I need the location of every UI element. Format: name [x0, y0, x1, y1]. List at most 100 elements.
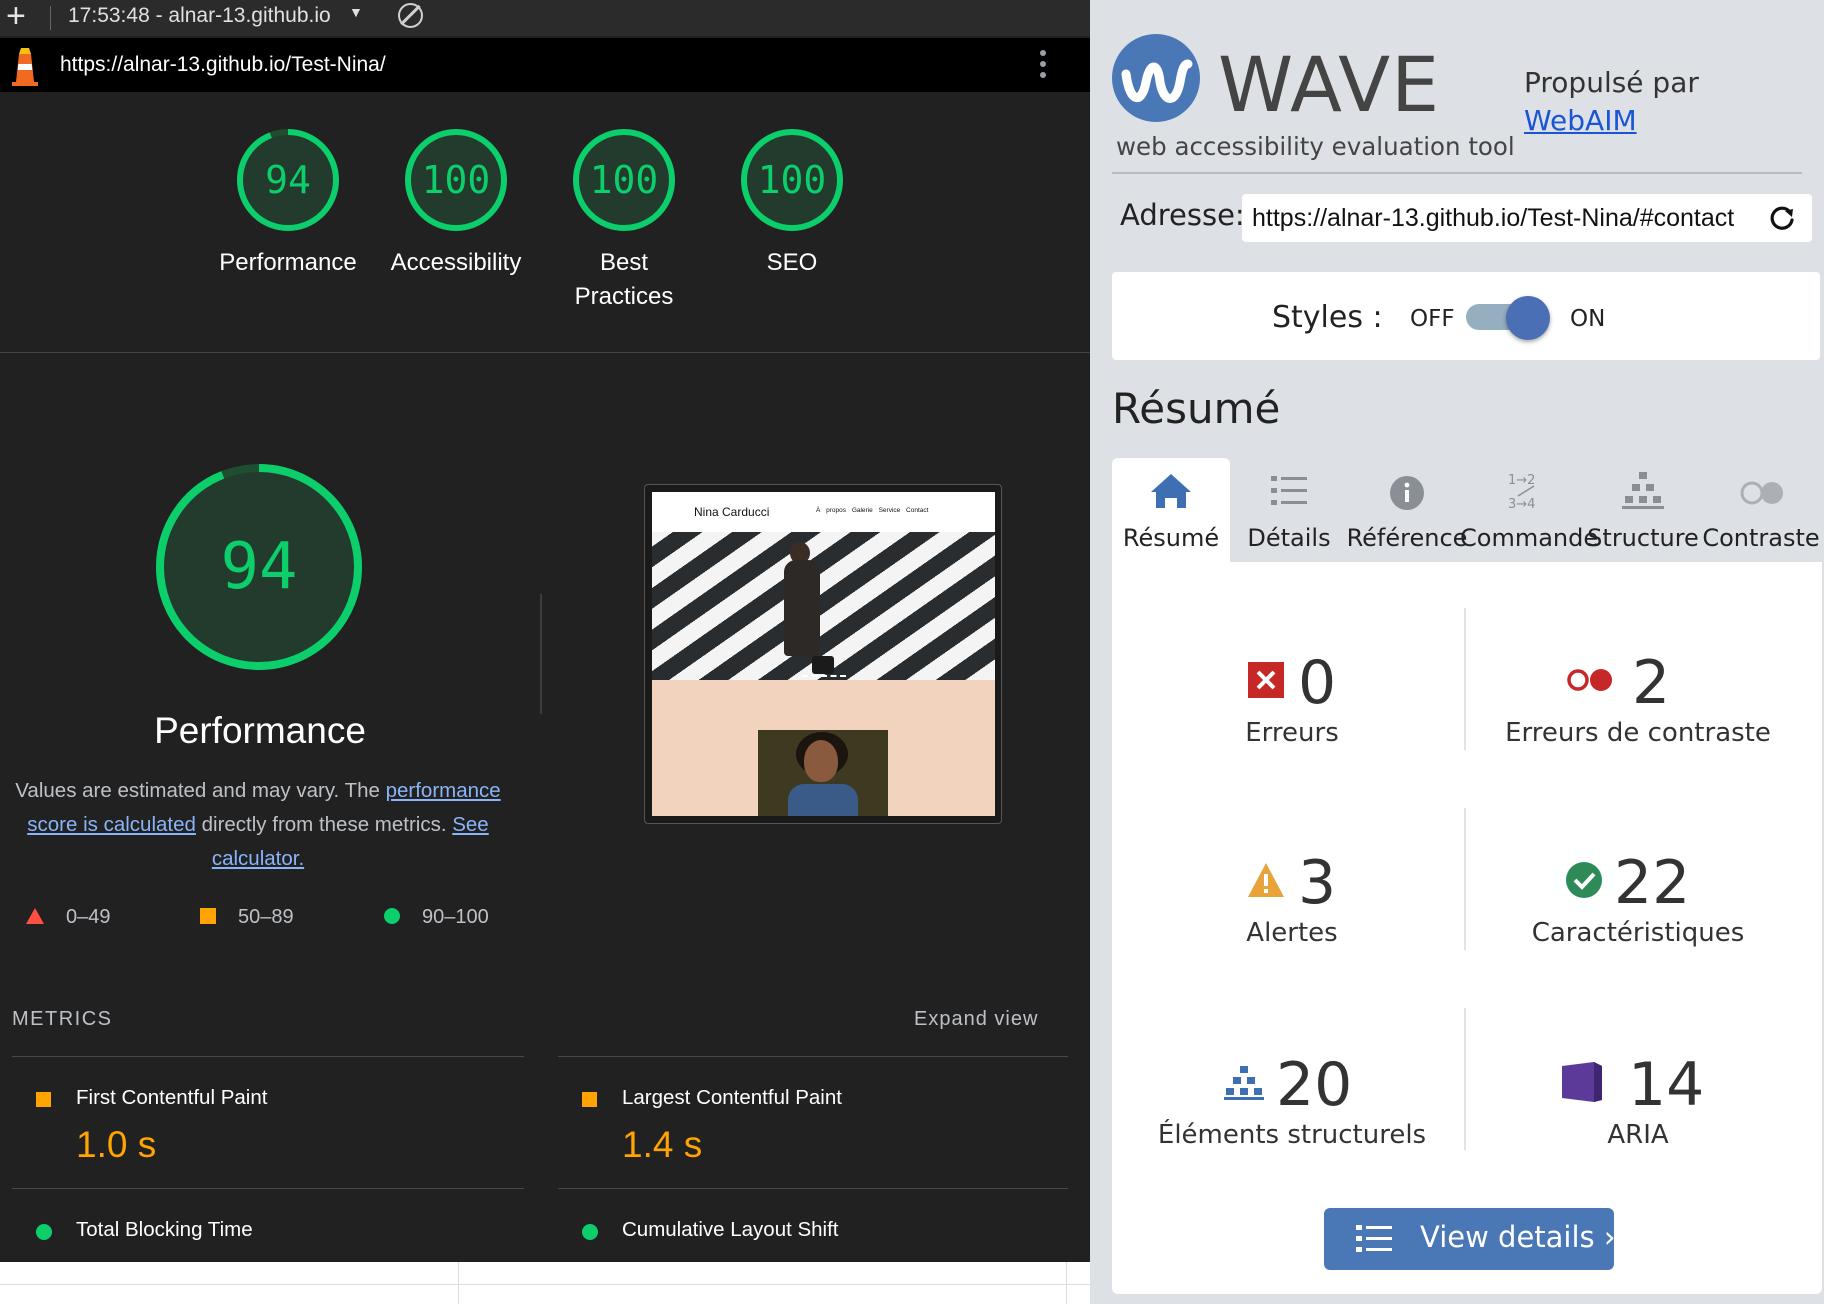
contrast-icon [1740, 481, 1783, 505]
average-square-icon [582, 1092, 597, 1107]
summary-panel: 0 Erreurs 2 Erreurs de contraste 3 Alert… [1112, 562, 1822, 1294]
contrast-errors-label: Erreurs de contraste [1505, 718, 1771, 748]
report-url[interactable]: https://alnar-13.github.io/Test-Nina/ [60, 53, 386, 77]
section-divider [0, 352, 1090, 353]
gauge-label: Performance [219, 249, 357, 276]
gauge-accessibility[interactable]: 100 Accessibility [376, 126, 536, 280]
tab-label: Référence [1346, 524, 1468, 552]
more-options-icon[interactable] [1040, 50, 1048, 80]
grid-line [1066, 1262, 1067, 1304]
error-icon [1248, 662, 1284, 698]
tab-label: Contraste [1702, 524, 1820, 552]
desc-text: directly from these metrics. [195, 813, 453, 836]
structural-count: 20 [1276, 1050, 1353, 1120]
stat-errors[interactable]: 0 Erreurs [1122, 644, 1462, 748]
preview-nav-links: À propos Galerie Service Contact [816, 507, 929, 514]
view-details-button[interactable]: View details › [1324, 1208, 1616, 1270]
report-selector[interactable]: 17:53:48 - alnar-13.github.io [68, 4, 331, 28]
legend-average: 50–89 [200, 906, 294, 929]
performance-description: Values are estimated and may vary. The p… [8, 774, 508, 876]
expand-view-toggle[interactable]: Expand view [914, 1008, 1038, 1031]
stat-structural-elements[interactable]: 20 Éléments structurels [1122, 1046, 1462, 1150]
gauge-score: 94 [265, 158, 311, 202]
structural-icon [1224, 1066, 1264, 1100]
aria-label: ARIA [1607, 1120, 1669, 1150]
styles-toggle-knob[interactable] [1506, 296, 1550, 340]
styles-toggle-row: Styles : OFF ON [1112, 272, 1820, 360]
circle-icon [384, 908, 400, 924]
stat-contrast-errors[interactable]: 2 Erreurs de contraste [1468, 644, 1808, 748]
errors-count: 0 [1298, 648, 1337, 718]
clear-icon[interactable] [398, 3, 423, 28]
gauge-best-practices[interactable]: 100 Best Practices [544, 126, 704, 314]
stat-aria[interactable]: 14 ARIA [1468, 1046, 1808, 1150]
tab-reference[interactable]: Référence [1347, 458, 1467, 562]
svg-text:1→2: 1→2 [1508, 473, 1535, 488]
gauge-label: Accessibility [390, 249, 522, 276]
final-screenshot-thumbnail[interactable]: Nina Carducci À propos Galerie Service C… [644, 484, 1002, 824]
good-circle-icon [582, 1224, 598, 1240]
stat-features[interactable]: 22 Caractéristiques [1468, 844, 1808, 948]
tab-details[interactable]: Détails [1230, 458, 1348, 562]
carousel-indicators [802, 675, 846, 677]
new-report-icon[interactable]: + [6, 0, 26, 34]
stat-divider [1464, 608, 1466, 750]
summary-heading: Résumé [1112, 384, 1281, 433]
legend-label: 0–49 [66, 906, 111, 928]
tab-structure[interactable]: Structure [1584, 458, 1702, 562]
webaim-link[interactable]: WebAIM [1524, 104, 1637, 137]
view-details-label: View details › [1420, 1220, 1616, 1254]
chevron-down-icon[interactable]: ▼ [349, 4, 363, 20]
alerts-label: Alertes [1246, 918, 1338, 948]
header-divider [1112, 172, 1802, 174]
errors-label: Erreurs [1245, 718, 1339, 748]
refresh-icon[interactable] [1766, 202, 1798, 234]
gauge-label: SEO [766, 249, 818, 276]
styles-on-label: ON [1570, 306, 1606, 332]
tab-contrast[interactable]: Contraste [1702, 458, 1820, 562]
aria-icon [1562, 1062, 1602, 1102]
wave-panel: WAVE web accessibility evaluation tool P… [1090, 0, 1824, 1304]
metric-divider [12, 1056, 524, 1057]
grid-line [0, 1284, 1090, 1285]
metric-value: 1.0 s [76, 1124, 157, 1165]
powered-by: Propulsé par WebAIM [1524, 64, 1699, 140]
features-count: 22 [1614, 848, 1691, 918]
metrics-heading: METRICS [12, 1008, 113, 1030]
triangle-icon [26, 908, 44, 924]
metric-name: Total Blocking Time [76, 1218, 253, 1241]
gauge-seo[interactable]: 100 SEO [712, 126, 872, 280]
legend-label: 50–89 [238, 906, 294, 928]
list-icon [1356, 1225, 1392, 1252]
styles-off-label: OFF [1410, 306, 1455, 332]
svg-text:3→4: 3→4 [1508, 497, 1535, 512]
performance-score-large: 94 [220, 530, 298, 604]
metric-value: 1.4 s [622, 1124, 703, 1165]
styles-label: Styles : [1272, 300, 1383, 335]
lighthouse-logo-icon [12, 48, 38, 86]
preview-site-name: Nina Carducci [694, 505, 770, 519]
stat-divider [1464, 808, 1466, 950]
toolbar-divider [50, 6, 51, 30]
order-icon: 1→2 3→4 [1508, 473, 1535, 512]
good-circle-icon [36, 1224, 52, 1240]
tab-resume[interactable]: Résumé [1112, 458, 1230, 562]
tab-order[interactable]: 1→2 3→4 Commande [1460, 458, 1598, 562]
vertical-divider [540, 594, 542, 714]
portrait-figure [804, 740, 838, 782]
metric-name: Cumulative Layout Shift [622, 1218, 839, 1241]
home-icon [1151, 474, 1191, 508]
info-icon [1390, 476, 1424, 510]
preview-figure [812, 656, 834, 674]
portrait-figure [788, 784, 858, 816]
gauge-score: 100 [757, 158, 827, 202]
performance-gauge-large: 94 [154, 462, 364, 672]
address-label: Adresse: [1120, 198, 1245, 232]
stat-alerts[interactable]: 3 Alertes [1122, 844, 1462, 948]
address-input[interactable] [1252, 204, 1762, 233]
legend-good: 90–100 [384, 906, 489, 929]
gauge-performance[interactable]: 94 Performance [208, 126, 368, 280]
report-url-bar: https://alnar-13.github.io/Test-Nina/ [0, 38, 1090, 92]
alert-icon [1248, 863, 1284, 897]
lighthouse-panel: + 17:53:48 - alnar-13.github.io ▼ https:… [0, 0, 1090, 1262]
